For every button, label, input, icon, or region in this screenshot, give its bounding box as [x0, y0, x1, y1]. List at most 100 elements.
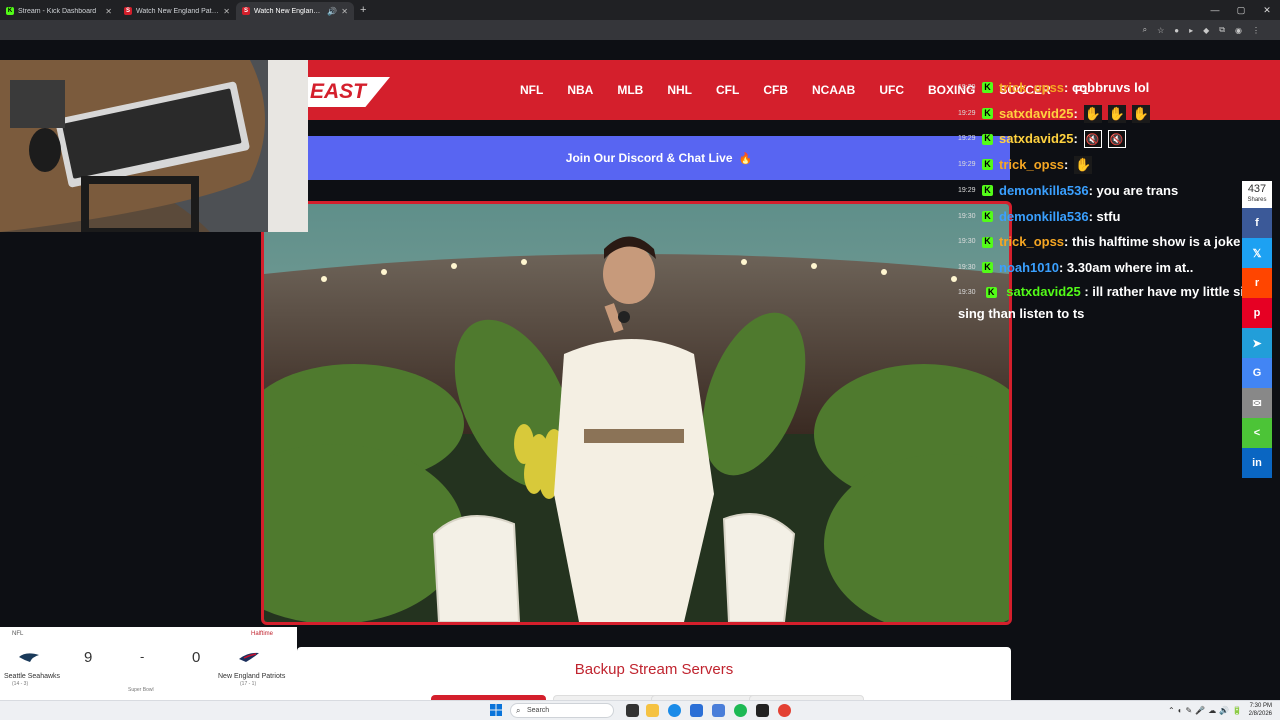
store-icon[interactable]	[690, 704, 703, 717]
home-team-name: Seattle Seahawks	[4, 673, 61, 680]
nav-nba[interactable]: NBA	[555, 83, 605, 97]
chat-timestamp: 19:29	[958, 161, 976, 169]
kick-badge-icon: K	[982, 82, 993, 94]
telegram-share-button[interactable]: ➤	[1242, 328, 1272, 358]
app-icon[interactable]	[712, 704, 725, 717]
minimize-icon[interactable]: —	[1202, 0, 1228, 20]
pinterest-share-button[interactable]: p	[1242, 298, 1272, 328]
extensions-puzzle-icon[interactable]: ⧉	[1219, 25, 1225, 35]
nav-nfl[interactable]: NFL	[508, 83, 555, 97]
nav-nhl[interactable]: NHL	[655, 83, 704, 97]
linkedin-share-button[interactable]: in	[1242, 448, 1272, 478]
windows-start-icon[interactable]	[490, 704, 502, 716]
close-window-icon[interactable]: ✕	[1254, 0, 1280, 20]
chat-message: 19:29 K trick_opss : ✋	[958, 152, 1268, 178]
google-icon: G	[1252, 367, 1262, 379]
chat-timestamp: 19:29	[958, 109, 976, 117]
email-share-button[interactable]: ✉	[1242, 388, 1272, 418]
chat-text: :	[1073, 105, 1078, 121]
tab-title: Stream - Kick Dashboard	[18, 7, 97, 15]
kick-badge-icon: K	[982, 236, 993, 248]
tab-title: Watch New England Patrio...	[254, 7, 324, 15]
chat-timestamp: 19:29	[958, 84, 976, 91]
kick-badge-icon: K	[982, 133, 993, 145]
nav-cfl[interactable]: CFL	[704, 83, 751, 97]
kick-icon: K	[6, 7, 14, 15]
clock-time: 7:30 PM	[1249, 703, 1272, 709]
video-player[interactable]	[261, 201, 1012, 625]
browser-tab-kick[interactable]: K Stream - Kick Dashboard ✕	[0, 2, 118, 20]
reddit-share-button[interactable]: r	[1242, 268, 1272, 298]
nav-ncaab[interactable]: NCAAB	[800, 83, 867, 97]
discord-banner[interactable]: Join Our Discord & Chat Live 🔥	[308, 136, 1010, 180]
scoreboard-league: NFL	[12, 631, 24, 637]
twitter-icon: 𝕏	[1252, 247, 1262, 260]
clock-date: 2/8/2026	[1248, 711, 1272, 717]
chat-username: satxdavid25	[1006, 283, 1081, 299]
browser-tab-patriots-1[interactable]: S Watch New England Patriots v... ✕	[118, 2, 236, 20]
fire-icon: 🔥	[738, 152, 753, 165]
nav-ufc[interactable]: UFC	[867, 83, 916, 97]
close-icon[interactable]: ✕	[223, 7, 230, 16]
obs-icon[interactable]	[756, 704, 769, 717]
away-team-name: New England Patriots	[218, 673, 286, 680]
new-tab-button[interactable]: +	[360, 4, 366, 16]
chat-message: 19:30 K satxdavid25 : ill rather have my…	[958, 281, 1268, 324]
chat-text: :	[1064, 157, 1069, 173]
file-explorer-icon[interactable]	[646, 704, 659, 717]
chat-timestamp: 19:30	[958, 288, 976, 296]
chat-text: : stfu	[1088, 208, 1121, 224]
bookmark-star-icon[interactable]: ☆	[1157, 26, 1164, 35]
system-tray-icons[interactable]: ⌃◐✎🎤☁🔊🔋	[1168, 706, 1245, 715]
scoreboard-overlay: NFL Halftime 9 - 0 Seattle Seahawks New …	[0, 627, 297, 700]
browser-tab-patriots-2[interactable]: S Watch New England Patrio... 🔊 ✕	[236, 2, 354, 20]
search-icon: ⌕	[516, 706, 521, 715]
taskbar-search-box[interactable]: ⌕ Search	[510, 703, 614, 718]
hand-emote-icon: ✋	[1074, 155, 1093, 174]
site-logo[interactable]: EAST	[308, 77, 390, 107]
home-team-record: (14 - 3)	[12, 681, 29, 687]
close-icon[interactable]: ✕	[105, 7, 112, 16]
spotify-icon[interactable]	[734, 704, 747, 717]
chat-text: : cobbruvs lol	[1064, 80, 1150, 95]
webcam-overlay	[0, 60, 308, 232]
chat-text: : ill rather have my little sister sing …	[958, 283, 1268, 321]
facebook-share-button[interactable]: f	[1242, 208, 1272, 238]
edge-icon[interactable]	[668, 704, 681, 717]
kick-badge-icon: K	[985, 286, 997, 298]
kick-badge-icon: K	[982, 185, 993, 197]
kick-badge-icon: K	[982, 211, 993, 222]
chat-message: 19:30 K trick_opss : this halftime show …	[958, 229, 1268, 255]
close-icon[interactable]: ✕	[341, 7, 348, 16]
speaker-icon[interactable]: 🔊	[327, 7, 337, 16]
home-score: 9	[84, 649, 93, 666]
extension-icon[interactable]: ◆	[1203, 26, 1209, 35]
twitter-share-button[interactable]: 𝕏	[1242, 238, 1272, 268]
share-count-number: 437	[1247, 183, 1267, 195]
maximize-icon[interactable]: ▢	[1228, 0, 1254, 20]
chat-message: 19:29 K satxdavid25 : 🔇 🔇	[958, 126, 1268, 152]
chat-username: trick_opss	[999, 80, 1065, 95]
windows-taskbar: ⌕ Search ⌃◐✎🎤☁🔊🔋 7:30 PM 2/8/2026	[0, 700, 1280, 720]
profile-icon[interactable]: ◉	[1235, 26, 1242, 35]
webcam-desk-image	[0, 60, 308, 232]
nav-mlb[interactable]: MLB	[605, 83, 655, 97]
sharethis-share-button[interactable]: <	[1242, 418, 1272, 448]
chat-text: : 3.30am where im at..	[1058, 259, 1194, 275]
nav-cfb[interactable]: CFB	[751, 83, 800, 97]
email-icon: ✉	[1252, 397, 1262, 410]
extension-icon[interactable]: ●	[1174, 26, 1179, 35]
stream-chat-overlay: 19:29 K trick_opss : cobbruvs lol 19:29 …	[958, 75, 1268, 324]
task-view-icon[interactable]	[626, 704, 639, 717]
google-share-button[interactable]: G	[1242, 358, 1272, 388]
extension-icon[interactable]: ▸	[1189, 26, 1193, 35]
chat-text: :	[1073, 131, 1078, 147]
kick-badge-icon: K	[982, 262, 993, 274]
chrome-icon[interactable]	[778, 704, 791, 717]
seahawks-logo-icon	[19, 653, 39, 662]
chat-timestamp: 19:30	[958, 212, 976, 220]
menu-icon[interactable]: ⋮	[1252, 26, 1260, 35]
hand-emote-icon: ✋	[1083, 104, 1102, 123]
system-clock[interactable]: 7:30 PM 2/8/2026	[1249, 702, 1272, 718]
zoom-icon[interactable]: ⌕	[1143, 25, 1147, 35]
